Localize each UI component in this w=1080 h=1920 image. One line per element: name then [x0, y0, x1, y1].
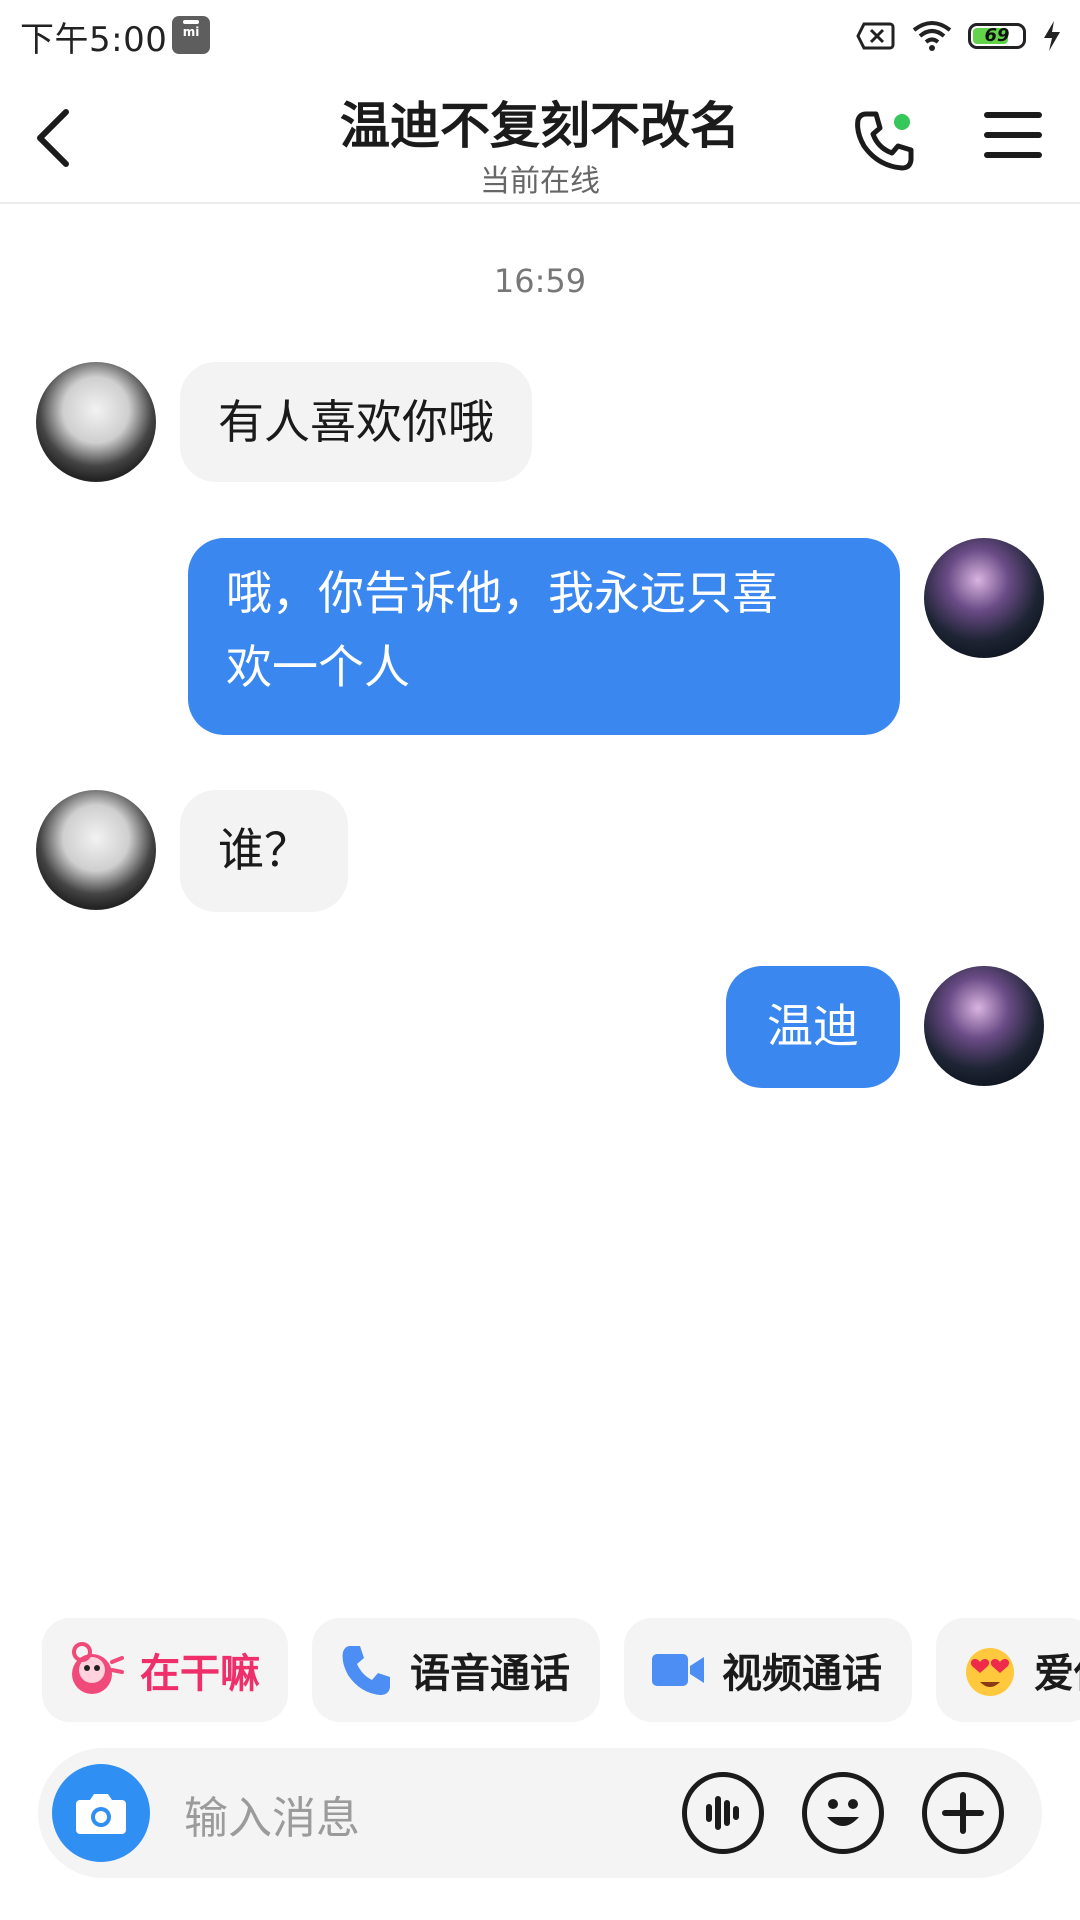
phone-icon	[342, 1646, 390, 1695]
message-bubble-outgoing[interactable]: 温迪	[726, 966, 900, 1088]
quick-action-label: 爱你	[1034, 1651, 1080, 1697]
message-bubble-outgoing[interactable]: 哦，你告诉他，我永远只喜 欢一个人	[188, 538, 900, 735]
sim-off-icon	[856, 22, 895, 50]
message-input[interactable]: 输入消息	[184, 1782, 360, 1846]
quick-action-voice-call[interactable]: 语音通话	[312, 1618, 600, 1722]
heart-eyes-emoji-icon	[966, 1648, 1014, 1696]
my-avatar[interactable]	[924, 966, 1044, 1086]
quick-action-label: 在干嘛	[140, 1651, 260, 1697]
time-separator: 16:59	[493, 262, 587, 300]
quick-action-video-call[interactable]: 视频通话	[624, 1618, 912, 1722]
chat-title: 温迪不复刻不改名	[340, 97, 740, 155]
voice-button[interactable]	[682, 1772, 764, 1854]
contact-avatar[interactable]	[36, 362, 156, 482]
quick-action-what-doing[interactable]: 在干嘛	[42, 1618, 288, 1722]
battery-level: 69	[984, 25, 1010, 46]
quick-action-label: 视频通话	[722, 1651, 882, 1697]
message-text-line-2: 欢一个人	[226, 640, 410, 694]
quick-actions-row: 在干嘛 语音通话 视频通话 爱你	[42, 1618, 1080, 1722]
header-divider	[0, 202, 1080, 204]
charging-icon	[1044, 21, 1060, 51]
battery-icon: 69	[968, 23, 1026, 49]
message-bubble-incoming[interactable]: 谁？	[180, 790, 348, 912]
online-dot	[894, 114, 910, 130]
my-avatar[interactable]	[924, 538, 1044, 658]
message-bubble-incoming[interactable]: 有人喜欢你哦	[180, 362, 532, 482]
voice-icon	[706, 1796, 739, 1830]
camera-button[interactable]	[52, 1764, 150, 1862]
wifi-icon	[912, 21, 952, 51]
mi-app-icon: mi	[172, 16, 210, 54]
message-text: 有人喜欢你哦	[218, 395, 494, 449]
message-text-line-1: 哦，你告诉他，我永远只喜	[226, 566, 778, 620]
camera-icon	[76, 1794, 126, 1834]
emoji-button[interactable]	[802, 1772, 884, 1854]
contact-avatar[interactable]	[36, 790, 156, 910]
emoji-icon	[827, 1799, 859, 1826]
waving-character-icon	[72, 1642, 124, 1694]
menu-icon[interactable]	[984, 112, 1044, 162]
message-text: 谁？	[218, 823, 310, 877]
status-time: 下午5:00	[20, 20, 168, 60]
status-icons: 69	[856, 16, 1062, 56]
quick-action-love-you[interactable]: 爱你	[936, 1618, 1080, 1722]
message-text: 温迪	[767, 999, 859, 1053]
plus-button[interactable]	[922, 1772, 1004, 1854]
quick-action-label: 语音通话	[410, 1651, 570, 1697]
video-camera-icon	[652, 1654, 704, 1686]
online-status: 当前在线	[480, 164, 600, 199]
plus-icon	[942, 1792, 984, 1834]
